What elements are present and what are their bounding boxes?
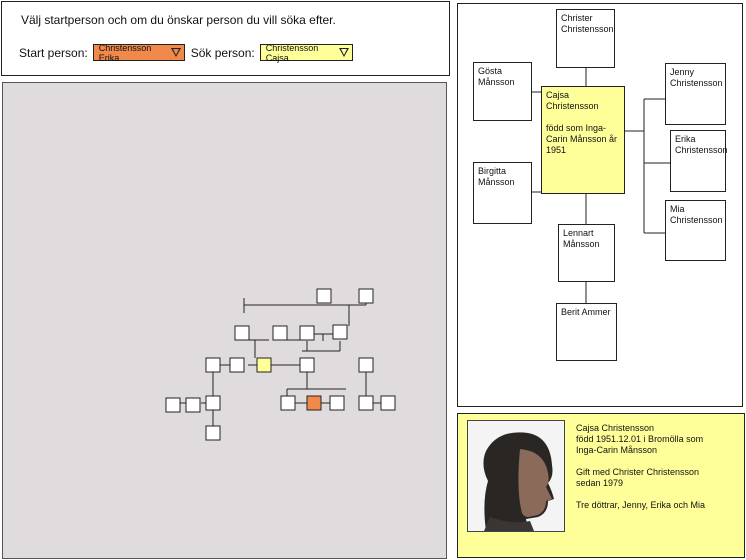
info-married: Gift med Christer Christensson: [576, 467, 700, 477]
search-person-node: [256, 357, 272, 373]
instruction-text: Välj startperson och om du önskar person…: [21, 13, 336, 27]
dropdown-triangle-icon: [170, 48, 181, 57]
overview-graph: [165, 288, 396, 441]
selection-panel: Välj startperson och om du önskar person…: [1, 1, 450, 76]
tree-node-father[interactable]: Christer Christensson: [556, 9, 615, 68]
family-overview-map[interactable]: [2, 82, 447, 559]
person-info-text: Cajsa Christensson född 1951.12.01 i Bro…: [576, 423, 736, 522]
selected-person-name: Cajsa Christensson: [546, 90, 599, 111]
info-birthname: Inga-Carin Månsson: [576, 445, 658, 455]
info-children: Tre döttrar, Jenny, Erika och Mia: [576, 500, 706, 510]
selected-person-birthname: född som Inga-Carin Månsson år 1951: [546, 123, 618, 155]
tree-node-grandmother[interactable]: Birgitta Månsson: [473, 162, 532, 224]
info-birth: född 1951.12.01 i Bromölla som: [576, 434, 704, 444]
search-person-value: Christensson Cajsa: [265, 42, 319, 63]
family-tree-detail: Christer Christensson Gösta Månsson Birg…: [457, 3, 743, 407]
start-person-value: Christensson Erika: [98, 42, 152, 63]
person-info-panel: Cajsa Christensson född 1951.12.01 i Bro…: [457, 413, 745, 558]
search-person-dropdown[interactable]: Christensson Cajsa: [259, 42, 353, 63]
tree-node-child-erika[interactable]: Erika Christensson: [670, 130, 728, 192]
person-select-row: Start person: Christensson Erika Sök per…: [19, 42, 353, 63]
start-person-dropdown[interactable]: Christensson Erika: [92, 42, 185, 63]
portrait-image: [468, 421, 564, 531]
info-name: Cajsa Christensson: [576, 423, 655, 433]
tree-node-grandfather[interactable]: Gösta Månsson: [473, 62, 532, 121]
person-photo: [467, 420, 565, 532]
start-person-label: Start person:: [19, 45, 88, 60]
tree-node-child-jenny[interactable]: Jenny Christensson: [665, 63, 726, 125]
start-person-node: [306, 395, 322, 411]
search-person-label: Sök person:: [190, 45, 255, 60]
tree-node-child-mia[interactable]: Mia Christensson: [665, 200, 726, 261]
info-married-since: sedan 1979: [576, 478, 624, 488]
dropdown-triangle-icon: [338, 48, 349, 57]
tree-node-berit[interactable]: Berit Ammer: [556, 303, 617, 361]
tree-node-selected-person[interactable]: Cajsa Christensson född som Inga-Carin M…: [541, 86, 625, 194]
tree-node-lennart[interactable]: Lennart Månsson: [558, 224, 615, 282]
